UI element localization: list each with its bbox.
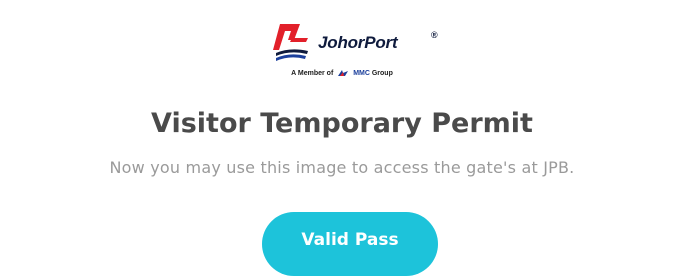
page-title: Visitor Temporary Permit <box>151 108 533 139</box>
company-logo: JohorPort ® A Member of MMC Group <box>0 14 684 86</box>
valid-pass-button[interactable]: Valid Pass <box>262 212 438 276</box>
registered-mark: ® <box>431 30 438 40</box>
member-group-suffix: Group <box>371 69 393 77</box>
member-group-brand: MMC <box>353 69 370 77</box>
logo-row: JohorPort ® <box>270 20 440 66</box>
page-subtitle: Now you may use this image to access the… <box>109 158 575 177</box>
johorport-logo-icon <box>273 24 308 61</box>
logo-brand-name: JohorPort <box>318 33 398 52</box>
mmc-group-icon <box>338 70 349 76</box>
member-of-line: A Member of MMC Group <box>0 69 684 77</box>
member-prefix: A Member of <box>291 69 334 77</box>
